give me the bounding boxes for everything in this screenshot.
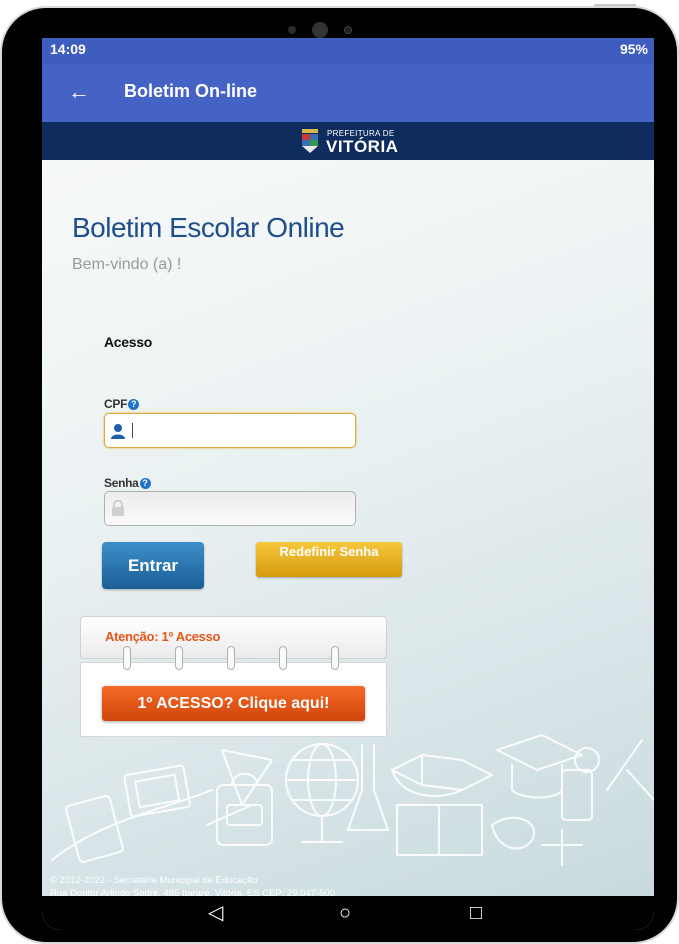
brand-line2: VITÓRIA: [326, 137, 399, 156]
binder-ring-icon: [279, 646, 287, 670]
status-battery: 95%: [619, 41, 648, 57]
footer: © 2012-2022 - Secretaria Municipal de Ed…: [42, 874, 654, 899]
android-nav-bar: ◁ ○ □: [42, 896, 654, 930]
cpf-label: CPF: [104, 397, 128, 411]
sensor-dot: [288, 26, 296, 34]
first-access-button[interactable]: 1º ACESSO? Clique aqui!: [102, 686, 365, 721]
footer-copyright: © 2012-2022 - Secretaria Municipal de Ed…: [50, 875, 258, 886]
senha-input[interactable]: [104, 491, 356, 526]
help-icon[interactable]: ?: [139, 478, 151, 489]
welcome-text: Bem-vindo (a) !: [72, 256, 182, 273]
nav-back-icon[interactable]: ◁: [208, 902, 223, 924]
prefeitura-logo: PREFEITURA DE VITÓRIA: [299, 127, 409, 157]
brand-bar: PREFEITURA DE VITÓRIA: [42, 122, 654, 160]
redefinir-senha-button[interactable]: Redefinir Senha: [256, 542, 402, 577]
binder-ring-icon: [331, 646, 339, 670]
notice-title: Atenção: 1º Acesso: [105, 629, 221, 644]
entrar-button[interactable]: Entrar: [102, 542, 204, 589]
binder-ring-icon: [175, 646, 183, 670]
binder-ring-icon: [227, 646, 235, 670]
app-bar: ← Boletim On-line: [42, 64, 654, 122]
binder-ring-icon: [123, 646, 131, 670]
tablet-frame: 14:09 95% ← Boletim On-line PREFEITURA D…: [2, 8, 677, 942]
arrow-left-icon[interactable]: ←: [68, 78, 90, 106]
cpf-label-row: CPF?: [104, 397, 140, 411]
page-title: Boletim Escolar Online: [72, 212, 345, 243]
school-doodles-illustration: [51, 734, 654, 866]
text-cursor: [132, 423, 133, 438]
help-icon[interactable]: ?: [128, 399, 140, 410]
cpf-input[interactable]: [104, 413, 356, 448]
status-time: 14:09: [50, 41, 86, 57]
coat-of-arms-icon: [302, 129, 318, 153]
app-title: Boletim On-line: [124, 81, 258, 101]
lock-icon: [112, 500, 124, 516]
screen: 14:09 95% ← Boletim On-line PREFEITURA D…: [42, 38, 654, 930]
sensor-dot: [344, 26, 352, 34]
senha-label-row: Senha?: [104, 476, 151, 490]
first-access-card: Atenção: 1º Acesso 1º ACESSO? Clique aqu…: [80, 616, 387, 737]
content-area: Boletim Escolar Online Bem-vindo (a) ! A…: [42, 160, 654, 896]
user-icon: [111, 424, 125, 439]
nav-recents-icon[interactable]: □: [470, 902, 482, 924]
device-top-edge: [594, 4, 636, 6]
status-bar: 14:09 95%: [42, 38, 654, 64]
nav-home-icon[interactable]: ○: [339, 902, 351, 924]
camera-icon: [312, 22, 328, 38]
acesso-heading: Acesso: [104, 334, 153, 350]
senha-label: Senha: [104, 476, 139, 490]
